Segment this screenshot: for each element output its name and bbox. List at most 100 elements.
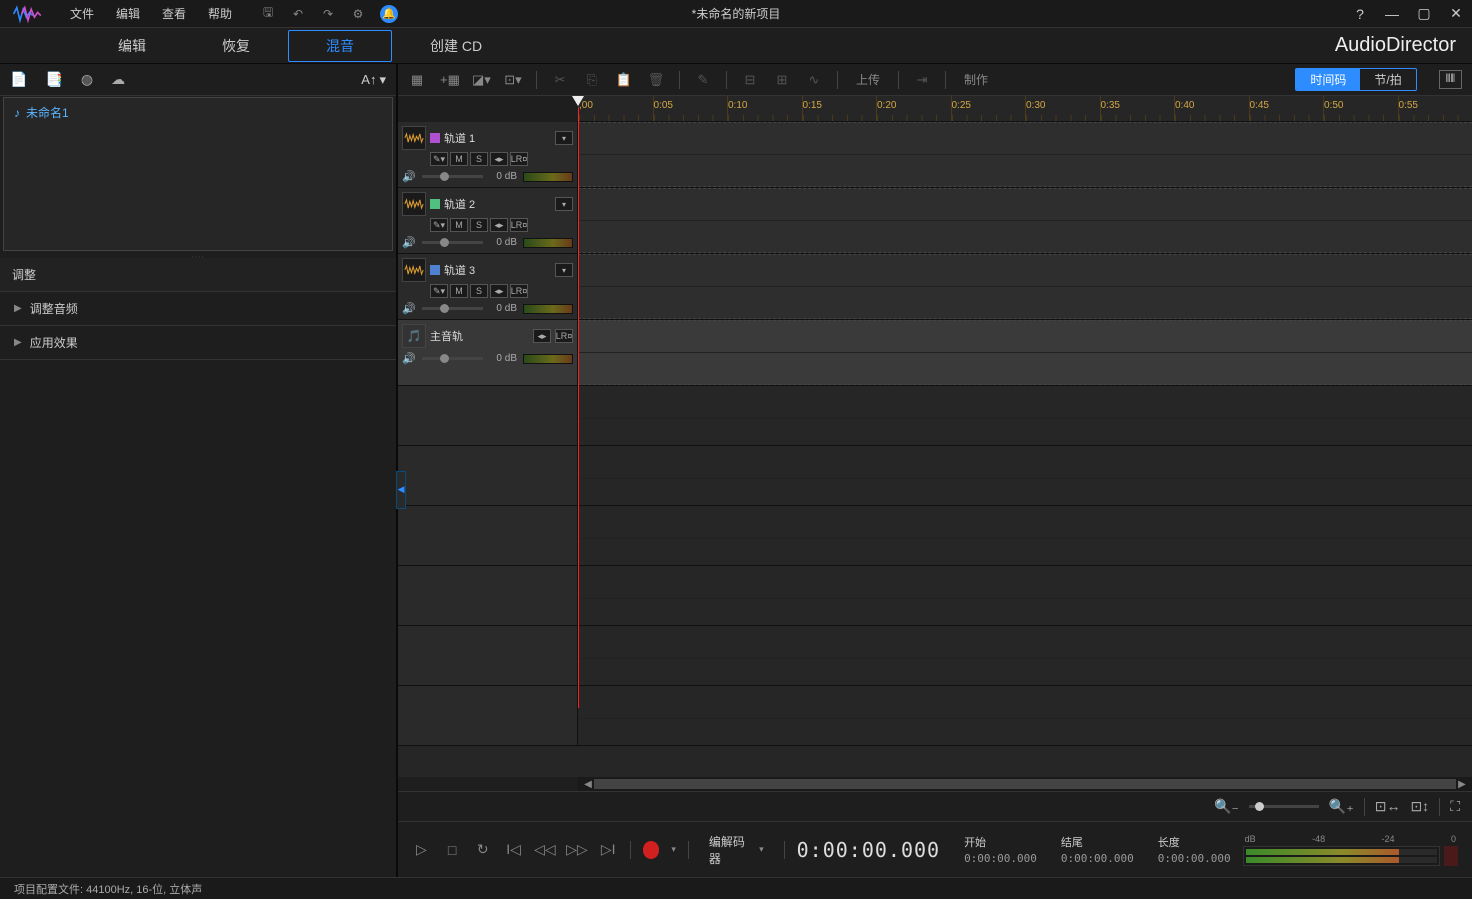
menu-help[interactable]: 帮助	[208, 5, 232, 22]
zoom-in-icon[interactable]: 🔍₊	[1329, 798, 1354, 815]
waveform-icon[interactable]	[402, 258, 426, 282]
track-name[interactable]: 轨道 1	[444, 130, 551, 146]
collapse-handle[interactable]: ◀	[396, 471, 406, 509]
scrollbar-track[interactable]	[594, 779, 1456, 789]
scrollbar-thumb[interactable]	[594, 779, 1456, 789]
export-icon[interactable]: ⇥	[913, 72, 931, 88]
menu-file[interactable]: 文件	[70, 5, 94, 22]
ruler-tick[interactable]: 0:20	[876, 96, 951, 121]
track-channel-button[interactable]: LR¤	[510, 284, 528, 298]
cut-icon[interactable]: ✂	[551, 72, 569, 88]
delete-icon[interactable]: 🗑	[647, 72, 665, 88]
import-file-icon[interactable]: 📄	[10, 71, 27, 88]
track-content[interactable]	[578, 566, 1472, 625]
close-icon[interactable]: ✕	[1448, 6, 1464, 22]
track-solo-button[interactable]: S	[470, 152, 488, 166]
ruler-tick[interactable]: 0:35	[1100, 96, 1175, 121]
speaker-icon[interactable]: 🔊	[402, 170, 416, 183]
track-pan-button[interactable]: ◂▸	[490, 284, 508, 298]
zoom-slider[interactable]	[1249, 805, 1319, 808]
track-channel-button[interactable]: LR¤	[555, 329, 573, 343]
view-timecode-button[interactable]: 时间码	[1296, 69, 1360, 90]
track-pan-button[interactable]: ◂▸	[533, 329, 551, 343]
track-content[interactable]	[578, 188, 1472, 253]
track-content[interactable]	[578, 446, 1472, 505]
zoom-fit-v-icon[interactable]: ⊡↕	[1410, 798, 1429, 815]
cloud-icon[interactable]: ☁	[111, 71, 125, 88]
forward-icon[interactable]: ▷▷	[567, 840, 587, 860]
play-icon[interactable]: ▷	[412, 840, 431, 860]
track-content[interactable]	[578, 626, 1472, 685]
tab-mix[interactable]: 混音	[288, 30, 392, 62]
view-beat-button[interactable]: 节/拍	[1360, 69, 1415, 90]
tab-edit[interactable]: 编辑	[80, 30, 184, 62]
track-dropdown-icon[interactable]: ▾	[555, 263, 573, 277]
empty-track-row[interactable]	[398, 566, 1472, 626]
ruler-tick[interactable]: 0:05	[653, 96, 728, 121]
track-channel-button[interactable]: LR¤	[510, 218, 528, 232]
link-icon[interactable]: ⊡▾	[504, 72, 522, 88]
track-automation-button[interactable]: ✎▾	[430, 284, 448, 298]
fade-icon[interactable]: ∿	[805, 72, 823, 88]
help-icon[interactable]: ?	[1352, 6, 1368, 22]
zoom-out-icon[interactable]: 🔍₋	[1214, 798, 1239, 815]
library-list[interactable]: ♪ 未命名1	[3, 97, 393, 251]
save-icon[interactable]: 🖫	[260, 6, 276, 22]
upload-button[interactable]: 上传	[852, 71, 884, 88]
ruler-tick[interactable]: 0:40	[1174, 96, 1249, 121]
waveform-icon[interactable]	[402, 192, 426, 216]
empty-track-row[interactable]	[398, 686, 1472, 746]
pen-icon[interactable]: ✎	[694, 72, 712, 88]
adjust-group-audio[interactable]: ▶ 调整音频	[0, 292, 396, 326]
track-name[interactable]: 轨道 2	[444, 196, 551, 212]
ruler-tick[interactable]: 0:50	[1323, 96, 1398, 121]
add-track-icon[interactable]: +▦	[440, 72, 458, 88]
copy-icon[interactable]: ⎘	[583, 72, 601, 88]
track-color[interactable]	[430, 265, 440, 275]
timeline-ruler[interactable]: ,000:050:100:150:200:250:300:350:400:450…	[578, 96, 1472, 122]
track-pan-button[interactable]: ◂▸	[490, 152, 508, 166]
track-volume-slider[interactable]	[422, 241, 483, 244]
import-folder-icon[interactable]: 📑	[45, 71, 62, 88]
ruler-tick[interactable]: 0:55	[1398, 96, 1472, 121]
track-solo-button[interactable]: S	[470, 218, 488, 232]
empty-track-row[interactable]	[398, 506, 1472, 566]
empty-track-row[interactable]	[398, 626, 1472, 686]
horizontal-scrollbar[interactable]: ◀ ▶	[578, 777, 1472, 791]
ruler-tick[interactable]: 0:30	[1025, 96, 1100, 121]
codec-button[interactable]: 编解码器 ▾	[701, 829, 772, 871]
speaker-icon[interactable]: 🔊	[402, 236, 416, 249]
skip-end-icon[interactable]: ▷I	[599, 840, 618, 860]
clip-indicator[interactable]	[1444, 846, 1458, 866]
track-content[interactable]	[578, 686, 1472, 745]
track-content[interactable]	[578, 386, 1472, 445]
tracks-scroll[interactable]: 轨道 1▾✎▾MS◂▸LR¤🔊0 dB轨道 2▾✎▾MS◂▸LR¤🔊0 dB轨道…	[398, 122, 1472, 777]
menu-view[interactable]: 查看	[162, 5, 186, 22]
download-icon[interactable]: ◍	[81, 71, 93, 88]
record-button[interactable]	[643, 841, 660, 859]
track-content[interactable]	[578, 254, 1472, 319]
speaker-icon[interactable]: 🔊	[402, 352, 416, 365]
track-mute-button[interactable]: M	[450, 152, 468, 166]
adjust-group-effects[interactable]: ▶ 应用效果	[0, 326, 396, 360]
playhead[interactable]	[578, 96, 590, 108]
rewind-icon[interactable]: ◁◁	[535, 840, 555, 860]
zoom-slider-thumb[interactable]	[1255, 802, 1264, 811]
ruler-tick[interactable]: 0:25	[951, 96, 1026, 121]
ruler-tick[interactable]: 0:10	[727, 96, 802, 121]
track-volume-slider[interactable]	[422, 357, 483, 360]
minimize-icon[interactable]: —	[1384, 6, 1400, 22]
track-dropdown-icon[interactable]: ▾	[555, 131, 573, 145]
mixer-button[interactable]: ⫴⫴	[1439, 70, 1462, 89]
speaker-icon[interactable]: 🔊	[402, 302, 416, 315]
tab-createcd[interactable]: 创建 CD	[392, 30, 520, 62]
waveform-icon[interactable]	[402, 126, 426, 150]
track-color[interactable]	[430, 133, 440, 143]
gear-icon[interactable]: ⚙	[350, 6, 366, 22]
record-dropdown-icon[interactable]: ▾	[671, 844, 676, 855]
track-color[interactable]	[430, 199, 440, 209]
slider-thumb[interactable]	[440, 172, 449, 181]
menu-edit[interactable]: 编辑	[116, 5, 140, 22]
slider-thumb[interactable]	[440, 354, 449, 363]
track-name[interactable]: 轨道 3	[444, 262, 551, 278]
